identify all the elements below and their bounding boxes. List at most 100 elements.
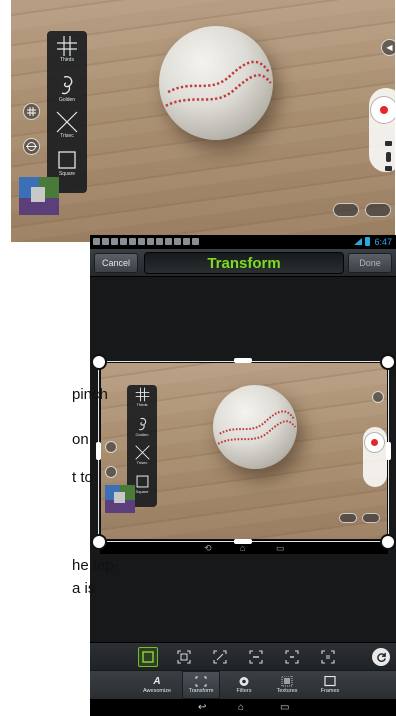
preview-recents-icon: ▭	[276, 543, 285, 553]
editor-tab-bar: A Awesomize Transform Filters Textures F…	[90, 671, 396, 699]
crop-handle-top-right[interactable]	[382, 356, 394, 368]
crop-handle-bottom-left[interactable]	[93, 536, 105, 548]
filters-icon	[238, 676, 250, 687]
grid-icon	[27, 107, 36, 116]
crop-4x6-icon	[285, 650, 299, 664]
guide-label-golden: Golden	[58, 97, 76, 103]
preview-switch-pill	[362, 513, 380, 523]
preview-label-thirds: Thirds	[136, 402, 148, 407]
preview-guide-golden: Golden	[135, 416, 150, 445]
tab-filters[interactable]: Filters	[226, 671, 262, 699]
preview-baseball	[213, 385, 297, 469]
page: Thirds Golden Trisec Square ◀ 6:47 Cance…	[0, 0, 396, 716]
crop-rotate-tool[interactable]	[210, 647, 230, 667]
preview-label-square: Square	[135, 489, 149, 494]
preview-back-icon: ⟲	[204, 543, 212, 553]
tab-label-awesomize: Awesomize	[142, 688, 172, 694]
tab-awesomize[interactable]: A Awesomize	[138, 671, 176, 699]
grid-toggle-button[interactable]	[23, 103, 40, 120]
editor-screenshot: 6:47 Cancel Transform Done Thirds Golden…	[90, 235, 396, 716]
editor-canvas: Thirds Golden Trisec Square ⟲ ⌂ ▭	[90, 278, 396, 650]
crop-5x7-icon	[321, 650, 335, 664]
mode-switch[interactable]	[386, 152, 391, 162]
awesomize-icon: A	[153, 676, 161, 687]
status-bar: 6:47	[90, 235, 396, 249]
preview-collapse-button	[372, 391, 384, 403]
cancel-button[interactable]: Cancel	[94, 253, 138, 273]
square-icon	[58, 151, 76, 169]
doc-text-line-5: a is	[72, 580, 96, 597]
crop-fit-tool[interactable]	[174, 647, 194, 667]
record-dot-icon	[380, 106, 388, 114]
collapse-button[interactable]: ◀	[381, 39, 395, 56]
shutter-button[interactable]	[371, 97, 395, 123]
crop-4x6-tool[interactable]	[282, 647, 302, 667]
baseball	[159, 26, 273, 140]
battery-icon	[365, 237, 370, 246]
doc-text-line-2: on	[72, 431, 89, 448]
frames-icon	[324, 676, 336, 687]
preview-home-icon: ⌂	[240, 543, 246, 553]
chevron-left-icon: ◀	[386, 43, 393, 52]
crop-8x10-tool[interactable]	[246, 647, 266, 667]
preview-thirds-icon	[135, 387, 149, 402]
recents-icon[interactable]: ▭	[280, 702, 289, 713]
preview-thumbnail	[105, 485, 135, 513]
crop-edge-handle-right[interactable]	[386, 442, 391, 460]
preview-golden-icon	[138, 417, 146, 431]
crop-free-tool[interactable]	[138, 647, 158, 667]
baseball-stitches	[165, 60, 272, 107]
preview-level-button	[105, 466, 117, 478]
doc-text-line-4: he tap-	[72, 557, 119, 574]
preview-settings-pill	[339, 513, 357, 523]
crop-edge-handle-bottom[interactable]	[234, 539, 252, 544]
back-icon[interactable]: ↩	[198, 702, 206, 713]
guide-square[interactable]: Square	[56, 149, 78, 187]
gallery-thumbnail[interactable]	[19, 177, 59, 215]
trisec-icon	[56, 111, 78, 133]
page-title: Transform	[207, 254, 281, 272]
rotate-button[interactable]	[372, 648, 390, 666]
crop-handle-bottom-right[interactable]	[382, 536, 394, 548]
guide-label-square: Square	[58, 171, 76, 177]
preview-label-trisec: Trisec	[136, 460, 148, 465]
crop-handle-top-left[interactable]	[93, 356, 105, 368]
tab-label-frames: Frames	[320, 688, 340, 694]
thirds-grid-icon	[57, 36, 77, 56]
system-nav-bar: ↩ ⌂ ▭	[90, 699, 396, 716]
preview-guide-square: Square	[135, 474, 150, 503]
photo-preview: Thirds Golden Trisec Square	[100, 362, 388, 540]
crop-edge-handle-left[interactable]	[96, 442, 101, 460]
settings-button[interactable]	[333, 203, 359, 217]
tab-label-filters: Filters	[236, 688, 252, 694]
guide-golden[interactable]: Golden	[56, 73, 78, 111]
tab-transform[interactable]: Transform	[182, 671, 220, 699]
tab-textures[interactable]: Textures	[268, 671, 306, 699]
preview-guide-trisec: Trisec	[134, 445, 150, 474]
done-button[interactable]: Done	[348, 253, 392, 273]
status-time: 6:47	[374, 237, 392, 247]
composition-guide-panel: Thirds Golden Trisec Square	[47, 31, 87, 193]
wifi-icon	[354, 238, 362, 245]
guide-thirds[interactable]: Thirds	[56, 35, 78, 73]
level-icon	[26, 142, 37, 151]
crop-8x10-icon	[249, 650, 263, 664]
crop-5x7-tool[interactable]	[318, 647, 338, 667]
guide-trisec[interactable]: Trisec	[56, 111, 78, 149]
textures-icon	[281, 676, 293, 687]
crop-rotate-icon	[213, 650, 227, 664]
crop-edge-handle-top[interactable]	[234, 358, 252, 363]
guide-label-trisec: Trisec	[60, 133, 74, 139]
rotate-icon	[376, 652, 386, 662]
camera-screenshot: Thirds Golden Trisec Square ◀	[11, 0, 395, 242]
switch-camera-button[interactable]	[365, 203, 391, 217]
home-icon[interactable]: ⌂	[238, 702, 244, 713]
preview-shutter	[365, 433, 384, 452]
preview-square-icon	[136, 475, 148, 488]
crop-free-icon	[142, 651, 154, 663]
crop-fit-icon	[177, 650, 191, 664]
level-toggle-button[interactable]	[23, 138, 40, 155]
preview-label-golden: Golden	[135, 432, 149, 437]
tab-frames[interactable]: Frames	[312, 671, 348, 699]
preview-guide-thirds: Thirds	[135, 387, 150, 416]
